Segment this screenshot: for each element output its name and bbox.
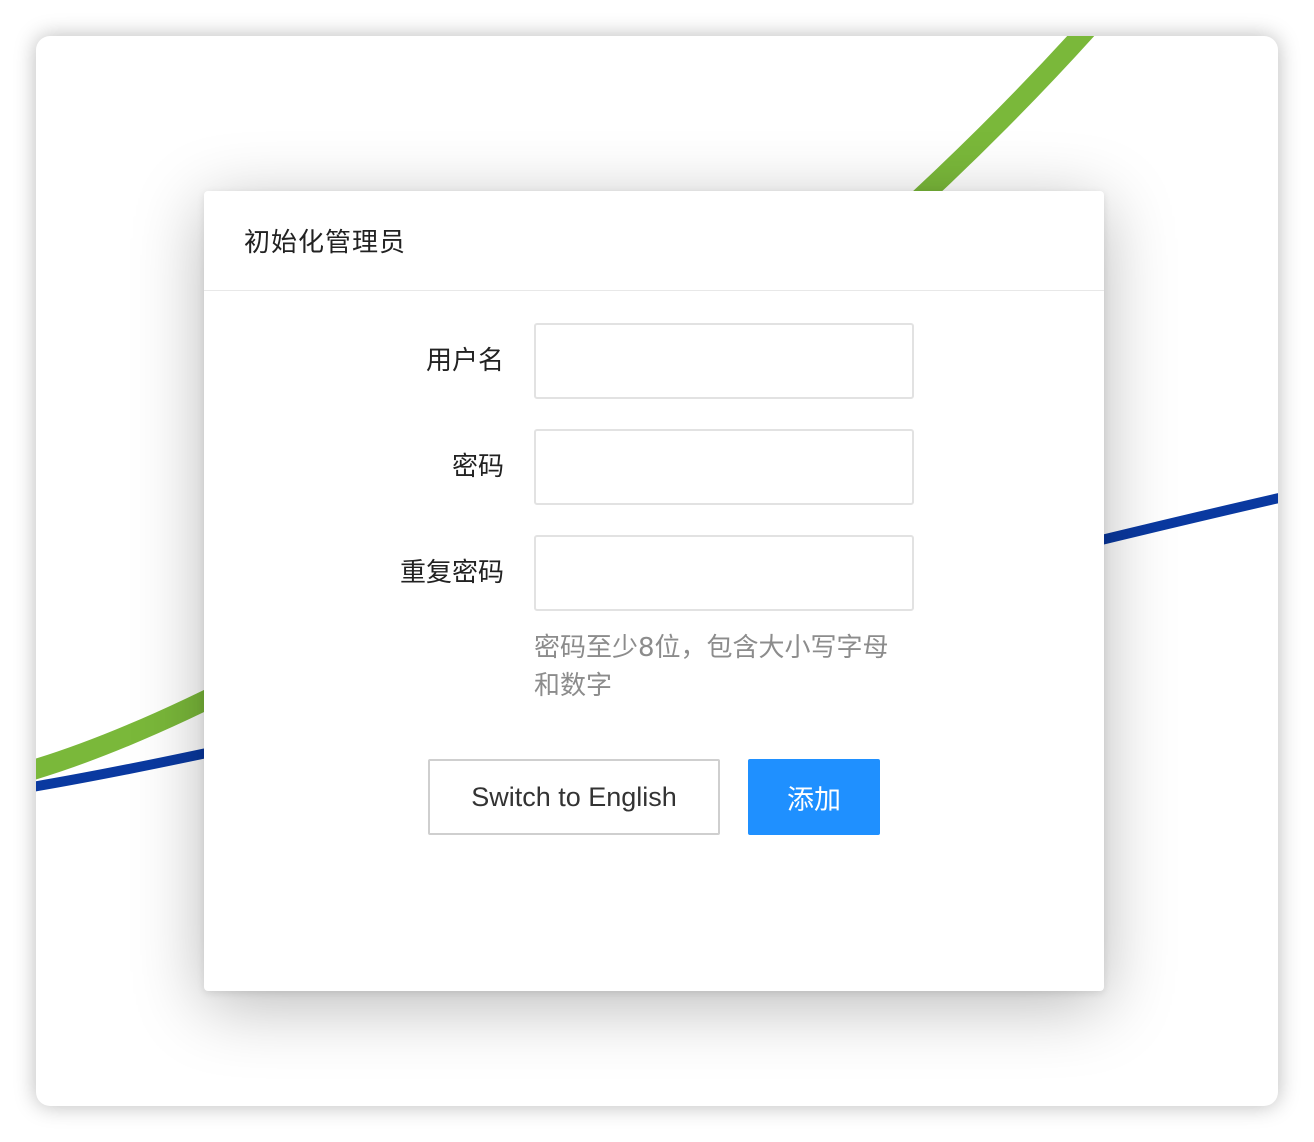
switch-language-button[interactable]: Switch to English xyxy=(428,759,720,835)
repeat-password-row: 重复密码 xyxy=(204,535,1104,611)
username-row: 用户名 xyxy=(204,323,1104,399)
password-input[interactable] xyxy=(534,429,914,505)
app-window: 初始化管理员 用户名 密码 重复密码 密码至少8位，包含大小写字母和数字 Swi… xyxy=(36,36,1278,1106)
dialog-header: 初始化管理员 xyxy=(204,191,1104,291)
dialog-title: 初始化管理员 xyxy=(244,228,407,258)
init-admin-dialog: 初始化管理员 用户名 密码 重复密码 密码至少8位，包含大小写字母和数字 Swi… xyxy=(204,191,1104,991)
repeat-password-label: 重复密码 xyxy=(399,558,504,588)
add-button[interactable]: 添加 xyxy=(748,759,880,835)
password-label: 密码 xyxy=(451,452,504,482)
repeat-password-input[interactable] xyxy=(534,535,914,611)
username-input[interactable] xyxy=(534,323,914,399)
username-label: 用户名 xyxy=(425,346,504,376)
password-hint: 密码至少8位，包含大小写字母和数字 xyxy=(534,633,889,701)
password-row: 密码 xyxy=(204,429,1104,505)
